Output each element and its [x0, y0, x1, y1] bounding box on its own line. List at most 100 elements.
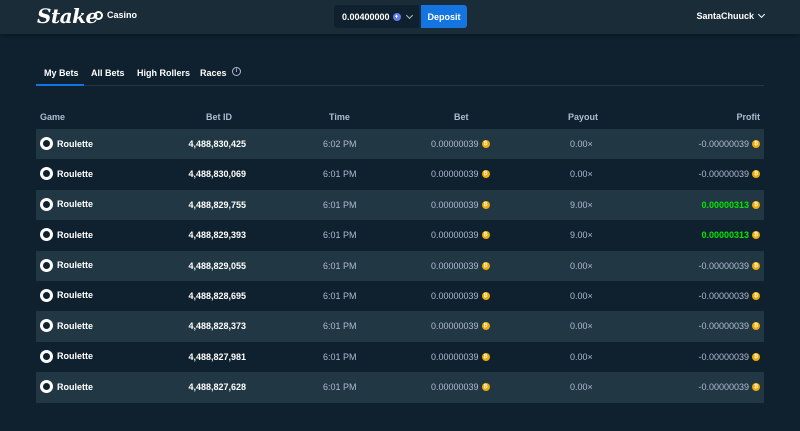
profit-amount: 0.00000313: [701, 230, 749, 241]
payout-multiplier: 0.00×: [570, 321, 593, 332]
roulette-wheel-icon: [40, 197, 53, 211]
profit-amount: -0.00000039: [698, 290, 749, 301]
game-cell[interactable]: Roulette: [40, 167, 93, 181]
table-body: Roulette 4,488,830,425 6:02 PM 0.00000039 ₿ 0…: [36, 129, 764, 403]
bet-time: 6:01 PM: [323, 382, 357, 393]
bet-amount: 0.00000039: [431, 351, 479, 362]
profit-amount: -0.00000039: [698, 260, 749, 271]
btc-coin-icon: ₿: [481, 291, 490, 300]
roulette-wheel-icon: [40, 319, 53, 333]
btc-coin-icon: ₿: [752, 261, 760, 270]
game-cell[interactable]: Roulette: [40, 319, 93, 333]
btc-coin-icon: ₿: [481, 231, 490, 240]
bet-amount-cell: 0.00000039 ₿: [431, 200, 490, 210]
chevron-down-icon: [405, 11, 413, 19]
bet-id[interactable]: 4,488,830,425: [188, 139, 246, 149]
payout-multiplier: 0.00×: [570, 169, 593, 180]
game-cell[interactable]: Roulette: [40, 349, 93, 363]
btc-coin-icon: ₿: [752, 140, 760, 148]
game-name: Roulette: [57, 290, 93, 301]
bet-id[interactable]: 4,488,829,393: [188, 230, 246, 240]
tab-my-bets[interactable]: My Bets: [44, 68, 79, 78]
table-row[interactable]: Roulette 4,488,827,981 6:01 PM 0.00000039 ₿ 0…: [36, 342, 764, 372]
bet-amount: 0.00000039: [431, 169, 479, 180]
bet-id[interactable]: 4,488,829,755: [188, 200, 246, 210]
game-cell[interactable]: Roulette: [40, 228, 93, 242]
game-cell[interactable]: Roulette: [40, 137, 93, 150]
game-cell[interactable]: Roulette: [40, 197, 93, 211]
roulette-wheel-icon: [40, 137, 53, 150]
profit-cell: 0.00000313 ₿: [701, 200, 760, 210]
roulette-wheel-icon: [40, 380, 53, 394]
payout-multiplier: 0.00×: [570, 382, 593, 393]
bets-table: Game Bet ID Time Bet Payout Profit Roule…: [36, 105, 764, 403]
btc-coin-icon: ₿: [752, 322, 760, 331]
bet-id[interactable]: 4,488,829,055: [188, 261, 246, 271]
table-row[interactable]: Roulette 4,488,829,755 6:01 PM 0.00000039 ₿ 9…: [36, 189, 764, 221]
btc-coin-icon: ₿: [481, 352, 490, 361]
tab-races[interactable]: Races: [200, 68, 227, 78]
ethereum-icon: ♦: [392, 12, 401, 21]
tab-all-bets[interactable]: All Bets: [91, 68, 125, 78]
btc-coin-icon: ₿: [481, 200, 490, 209]
bet-amount-cell: 0.00000039 ₿: [431, 139, 490, 149]
btc-coin-icon: ₿: [752, 231, 760, 240]
bet-amount-cell: 0.00000039 ₿: [431, 352, 490, 362]
top-navigation-bar: Stake Casino 0.00400000 ♦ Deposit SantaC…: [0, 0, 800, 34]
info-icon[interactable]: i: [232, 67, 241, 76]
bet-time: 6:01 PM: [323, 290, 357, 301]
btc-coin-icon: ₿: [481, 170, 490, 179]
bet-amount: 0.00000039: [431, 260, 479, 271]
payout-multiplier: 0.00×: [570, 260, 593, 271]
roulette-wheel-icon: [40, 258, 53, 272]
column-header-bet: Bet: [454, 112, 469, 122]
deposit-button[interactable]: Deposit: [421, 5, 467, 28]
user-menu[interactable]: SantaChuuck: [696, 10, 766, 21]
table-row[interactable]: Roulette 4,488,828,373 6:01 PM 0.00000039 ₿ 0…: [36, 311, 764, 342]
btc-coin-icon: ₿: [752, 383, 760, 392]
btc-coin-icon: ₿: [752, 200, 760, 209]
bet-id[interactable]: 4,488,827,628: [188, 382, 246, 392]
bet-time: 6:01 PM: [323, 351, 357, 362]
bet-time: 6:02 PM: [323, 139, 357, 149]
game-cell[interactable]: Roulette: [40, 258, 93, 272]
roulette-wheel-icon: [40, 167, 53, 181]
table-header: Game Bet ID Time Bet Payout Profit: [36, 105, 764, 129]
active-tab-indicator: [36, 84, 84, 86]
bet-time: 6:01 PM: [323, 321, 357, 332]
payout-multiplier: 0.00×: [570, 351, 593, 362]
profit-cell: -0.00000039 ₿: [698, 169, 760, 179]
roulette-wheel-icon: [40, 288, 53, 302]
game-cell[interactable]: Roulette: [40, 380, 93, 394]
table-row[interactable]: Roulette 4,488,829,055 6:01 PM 0.00000039 ₿ 0…: [36, 250, 764, 281]
casino-nav-link[interactable]: Casino: [94, 10, 137, 20]
bet-amount: 0.00000039: [431, 199, 479, 210]
bet-time: 6:01 PM: [323, 199, 357, 210]
table-row[interactable]: Roulette 4,488,830,425 6:02 PM 0.00000039 ₿ 0…: [36, 129, 764, 160]
payout-multiplier: 0.00×: [570, 139, 593, 149]
bet-id[interactable]: 4,488,827,981: [188, 352, 246, 362]
game-name: Roulette: [57, 381, 93, 392]
username: SantaChuuck: [696, 11, 754, 21]
btc-coin-icon: ₿: [752, 291, 760, 300]
table-row[interactable]: Roulette 4,488,828,695 6:01 PM 0.00000039 ₿ 0…: [36, 281, 764, 311]
table-row[interactable]: Roulette 4,488,830,069 6:01 PM 0.00000039 ₿ 0…: [36, 159, 764, 189]
bet-amount-cell: 0.00000039 ₿: [431, 169, 490, 179]
bets-tabs: My Bets All Bets High Rollers Races i: [36, 60, 764, 86]
table-row[interactable]: Roulette 4,488,829,393 6:01 PM 0.00000039 ₿ 9…: [36, 220, 764, 250]
stake-logo[interactable]: Stake: [37, 4, 98, 28]
bet-id[interactable]: 4,488,828,373: [188, 321, 246, 331]
table-row[interactable]: Roulette 4,488,827,628 6:01 PM 0.00000039 ₿ 0…: [36, 372, 764, 403]
balance-amount: 0.00400000: [342, 11, 390, 22]
payout-multiplier: 9.00×: [570, 230, 593, 241]
bet-time: 6:01 PM: [323, 260, 357, 271]
bet-id[interactable]: 4,488,830,069: [188, 169, 246, 179]
wallet-balance-selector[interactable]: 0.00400000 ♦: [334, 5, 419, 28]
bet-amount-cell: 0.00000039 ₿: [431, 382, 490, 392]
tab-high-rollers[interactable]: High Rollers: [137, 68, 190, 78]
bet-id[interactable]: 4,488,828,695: [188, 291, 246, 301]
game-cell[interactable]: Roulette: [40, 288, 93, 302]
bet-amount: 0.00000039: [431, 321, 479, 332]
btc-coin-icon: ₿: [481, 383, 490, 392]
profit-amount: -0.00000039: [698, 139, 749, 149]
